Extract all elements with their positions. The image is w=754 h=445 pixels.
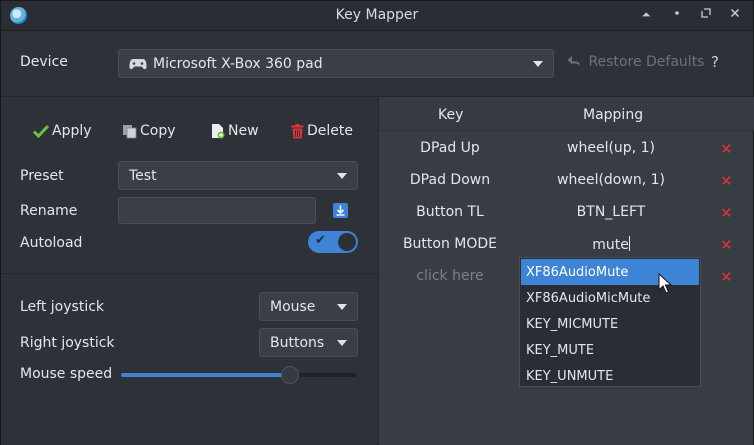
- key-cell-placeholder[interactable]: click here: [379, 268, 521, 284]
- autocomplete-item[interactable]: XF86AudioMicMute: [521, 285, 699, 311]
- key-cell[interactable]: Button TL: [379, 204, 521, 220]
- key-cell[interactable]: DPad Up: [379, 140, 521, 156]
- left-joystick-value: Mouse: [270, 298, 316, 315]
- title-bar[interactable]: Key Mapper ⏶: [1, 1, 753, 31]
- new-file-icon: [211, 123, 225, 139]
- x-icon[interactable]: ✕: [720, 204, 733, 222]
- chevron-down-icon: [337, 172, 347, 179]
- copy-button[interactable]: Copy: [122, 122, 176, 140]
- copy-label: Copy: [140, 123, 176, 139]
- key-column-header: Key: [438, 107, 464, 123]
- chevron-down-icon: [533, 60, 543, 67]
- preset-label: Preset: [20, 168, 64, 184]
- mouse-speed-label: Mouse speed: [20, 366, 113, 382]
- key-cell[interactable]: DPad Down: [379, 172, 521, 188]
- rename-label: Rename: [20, 203, 78, 219]
- close-icon[interactable]: [727, 7, 743, 23]
- help-button[interactable]: ?: [711, 53, 719, 71]
- preset-select-value: Test: [129, 167, 157, 184]
- check-icon: ✔: [315, 233, 326, 248]
- mapping-cell[interactable]: wheel(down, 1): [521, 172, 701, 188]
- shade-icon[interactable]: ⏶: [638, 7, 654, 23]
- right-joystick-select[interactable]: Buttons: [259, 328, 358, 357]
- left-panel: Apply Copy New Delete Preset Test Rename: [1, 97, 377, 445]
- table-row[interactable]: Button TL BTN_LEFT ✕: [379, 196, 754, 228]
- apply-label: Apply: [52, 123, 92, 139]
- save-rename-icon[interactable]: [333, 203, 348, 218]
- undo-icon: [567, 55, 581, 72]
- mouse-speed-handle[interactable]: [281, 366, 299, 384]
- delete-button[interactable]: Delete: [291, 122, 353, 140]
- table-row[interactable]: DPad Down wheel(down, 1) ✕: [379, 164, 754, 196]
- key-cell[interactable]: Button MODE: [379, 236, 521, 252]
- autoload-toggle[interactable]: ✔: [308, 231, 358, 253]
- gamepad-icon: [129, 57, 147, 71]
- apply-button[interactable]: Apply: [33, 122, 92, 140]
- new-label: New: [228, 123, 259, 139]
- device-row: Device Microsoft X-Box 360 pad Restore D…: [1, 32, 753, 97]
- table-header: Key Mapping: [379, 97, 754, 131]
- mapping-cell-editing[interactable]: mute: [521, 236, 701, 253]
- preset-select[interactable]: Test: [118, 161, 358, 190]
- copy-icon: [122, 124, 137, 139]
- rename-input[interactable]: [118, 197, 316, 224]
- chevron-down-icon: [337, 303, 347, 310]
- trash-icon: [291, 123, 304, 139]
- toggle-knob: [338, 233, 356, 251]
- x-icon[interactable]: ✕: [720, 236, 733, 254]
- x-icon[interactable]: ✕: [720, 172, 733, 190]
- maximize-icon[interactable]: [698, 7, 714, 23]
- autocomplete-popup: XF86AudioMute XF86AudioMicMute KEY_MICMU…: [519, 257, 701, 387]
- table-row[interactable]: Button MODE mute ✕: [379, 228, 754, 260]
- x-icon[interactable]: ✕: [720, 140, 733, 158]
- left-joystick-select[interactable]: Mouse: [259, 292, 358, 321]
- table-row[interactable]: DPad Up wheel(up, 1) ✕: [379, 132, 754, 164]
- right-joystick-value: Buttons: [270, 334, 325, 351]
- left-joystick-label: Left joystick: [20, 299, 105, 315]
- new-button[interactable]: New: [211, 122, 259, 140]
- mouse-speed-fill: [121, 373, 290, 377]
- right-joystick-label: Right joystick: [20, 335, 115, 351]
- check-icon: [33, 124, 49, 138]
- chevron-down-icon: [337, 339, 347, 346]
- mouse-pointer-icon: [658, 272, 673, 299]
- text-cursor: [628, 236, 630, 251]
- autocomplete-item[interactable]: XF86AudioMute: [521, 259, 699, 285]
- autocomplete-item[interactable]: KEY_MUTE: [521, 337, 699, 363]
- device-select-value: Microsoft X-Box 360 pad: [153, 55, 323, 72]
- mapping-cell[interactable]: BTN_LEFT: [521, 204, 701, 220]
- delete-label: Delete: [307, 123, 353, 139]
- restore-defaults-button[interactable]: Restore Defaults: [567, 54, 704, 72]
- restore-defaults-label: Restore Defaults: [588, 54, 705, 70]
- mapping-input-value: mute: [592, 237, 629, 253]
- x-icon[interactable]: ✕: [720, 268, 733, 286]
- autocomplete-item[interactable]: KEY_UNMUTE: [521, 363, 699, 389]
- mapping-cell[interactable]: wheel(up, 1): [521, 140, 701, 156]
- autocomplete-item[interactable]: KEY_MICMUTE: [521, 311, 699, 337]
- autoload-label: Autoload: [20, 235, 83, 251]
- mapping-column-header: Mapping: [583, 107, 644, 123]
- minimize-icon[interactable]: [669, 7, 685, 23]
- device-label: Device: [20, 54, 68, 70]
- key-mapper-window: Key Mapper ⏶ Device Microsoft X-Box 360 …: [0, 0, 754, 445]
- device-select[interactable]: Microsoft X-Box 360 pad: [118, 49, 554, 78]
- divider: [1, 273, 377, 274]
